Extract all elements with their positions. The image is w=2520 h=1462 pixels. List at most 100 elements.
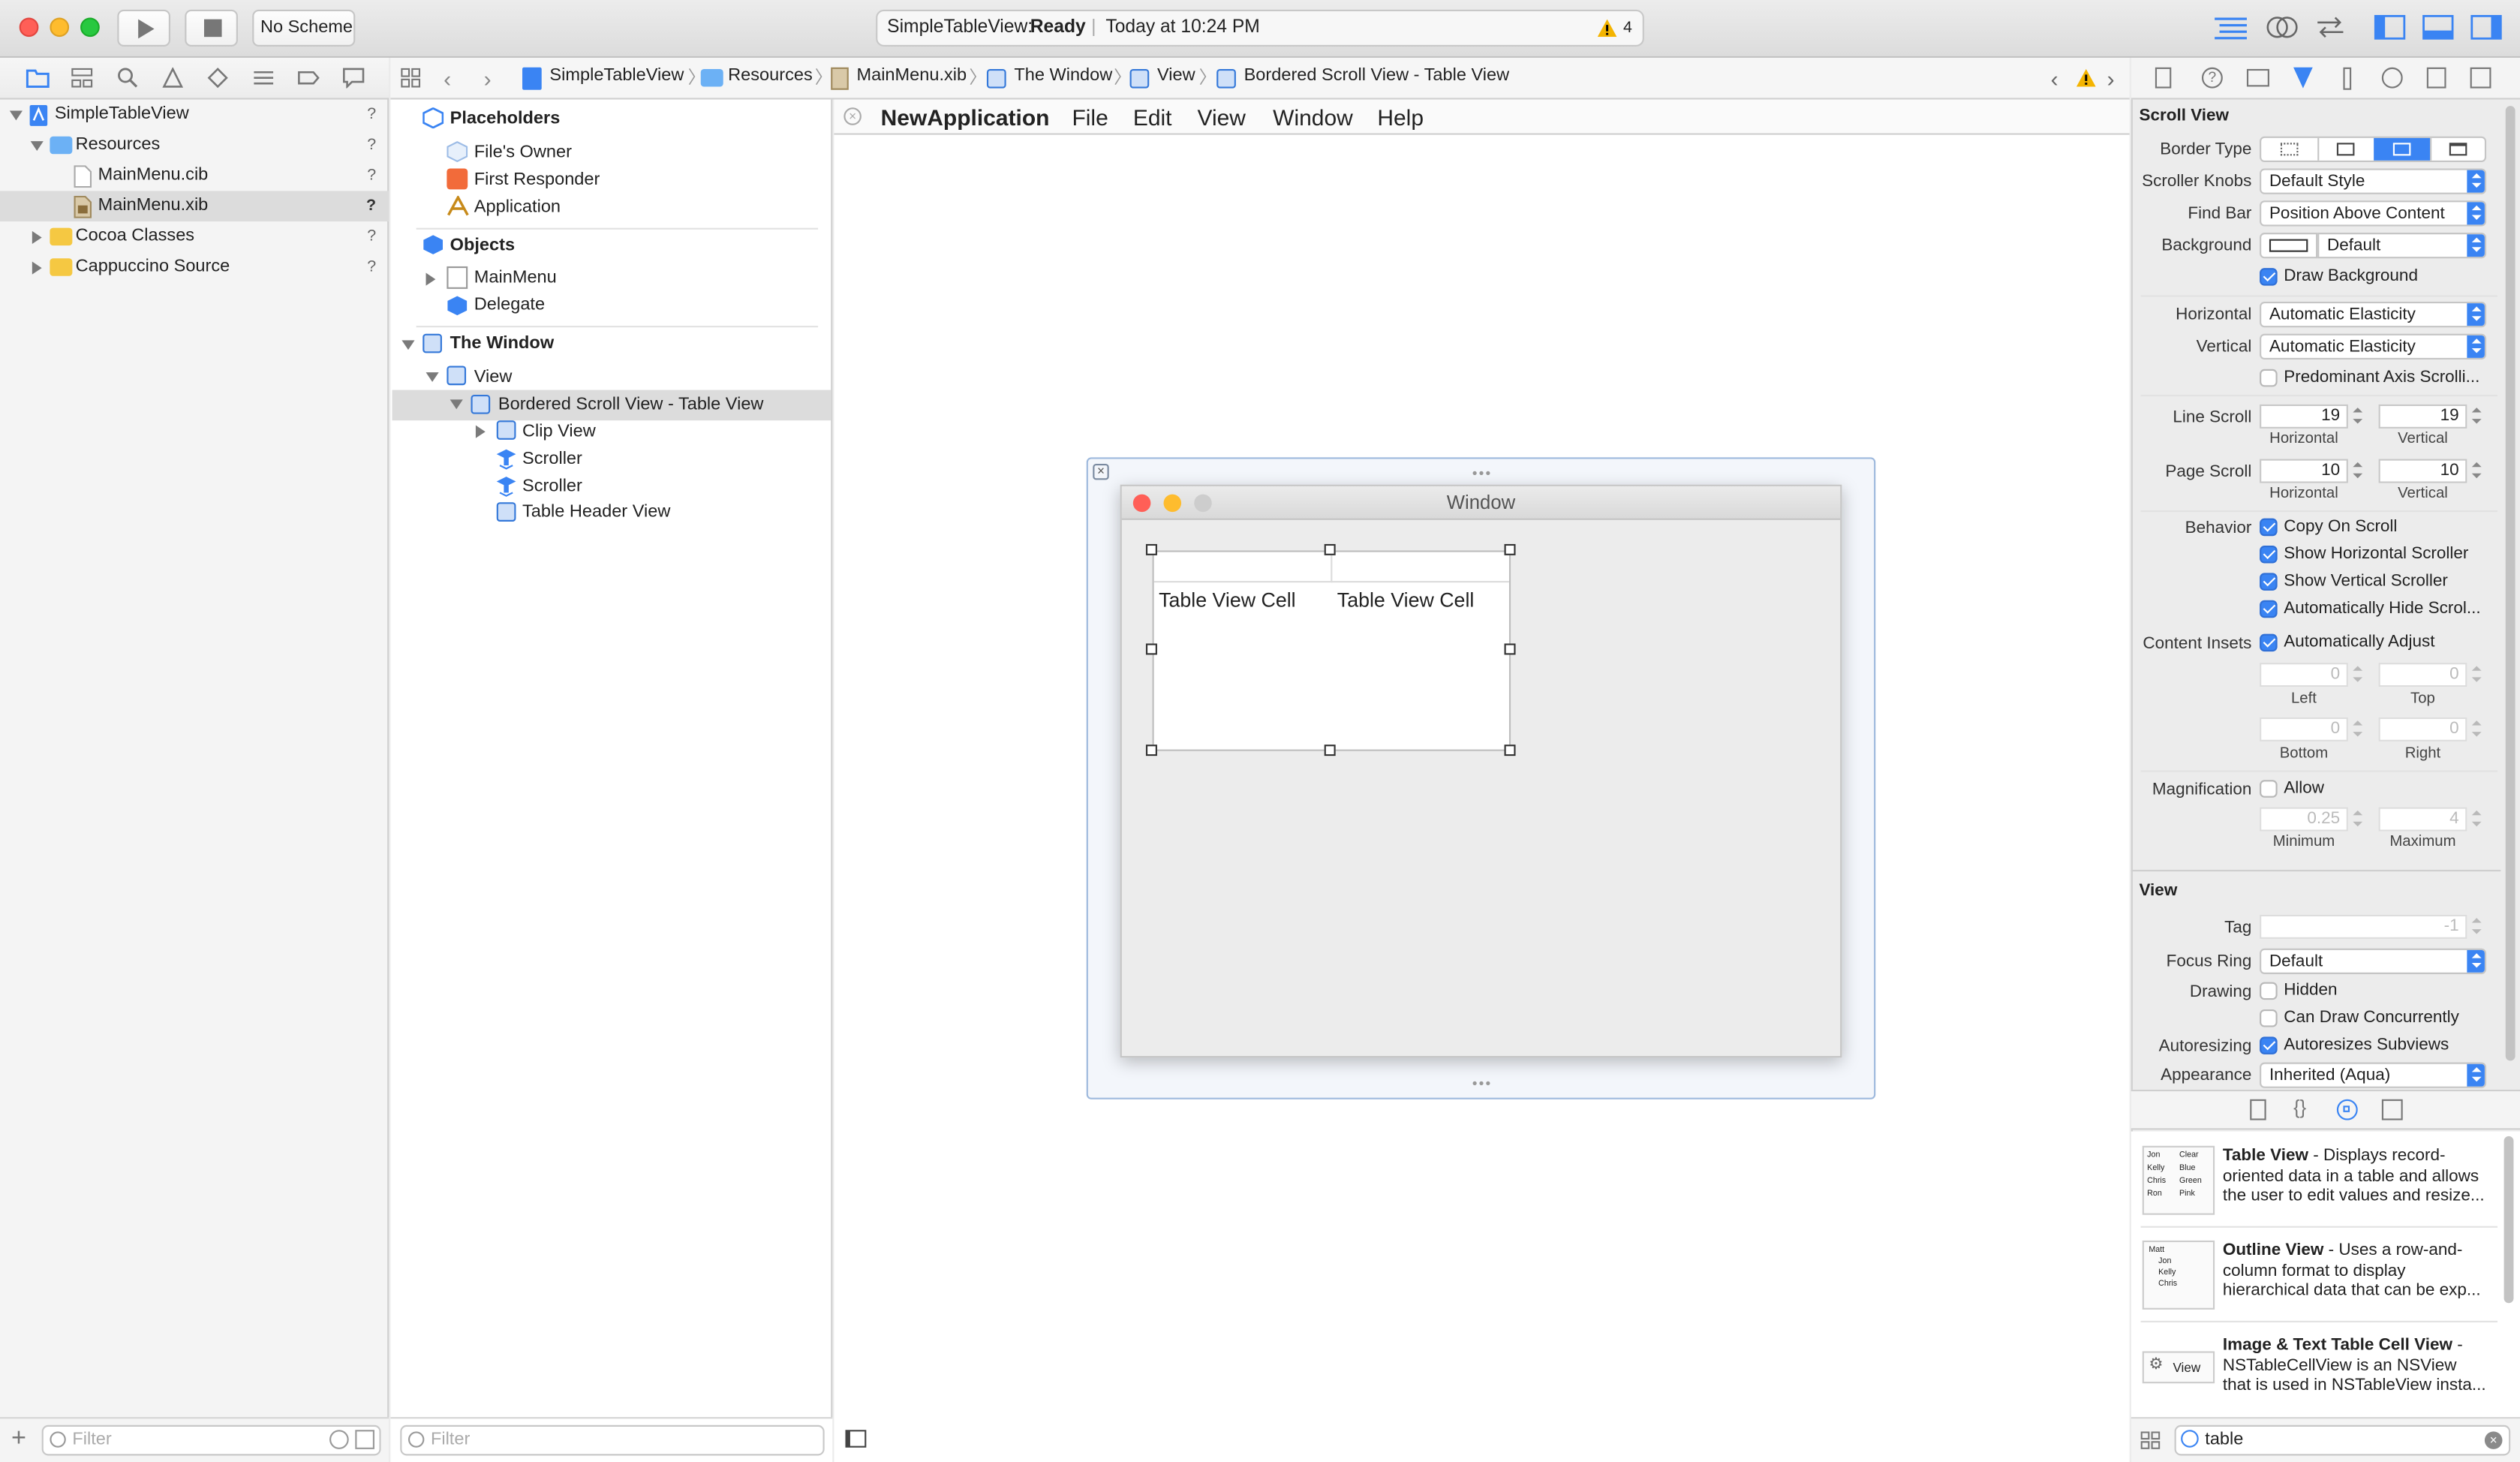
auto-hide-scrollers-checkbox[interactable] <box>2260 600 2278 618</box>
inset-top-field[interactable]: 0 <box>2378 663 2467 687</box>
resize-grip-bottom[interactable]: ••• <box>1472 1075 1493 1091</box>
clear-search-icon[interactable]: × <box>2484 1431 2503 1449</box>
outline-item-the-window[interactable]: The Window <box>450 329 555 359</box>
bindings-inspector-icon[interactable] <box>2426 67 2446 89</box>
disclosure-closed-icon[interactable] <box>426 272 436 286</box>
close-scene-icon[interactable]: × <box>1093 463 1109 480</box>
scroller-knobs-popup[interactable]: Default Style <box>2260 168 2487 194</box>
allow-magnification-checkbox[interactable] <box>2260 780 2278 798</box>
nav-item-cocoa-classes[interactable]: Cocoa Classes ? <box>0 221 389 252</box>
toggle-debug-area-icon[interactable] <box>2422 14 2454 40</box>
folder-tab-icon[interactable] <box>26 68 50 89</box>
version-editor-icon[interactable] <box>2314 14 2347 40</box>
zoom-window-button[interactable] <box>80 17 100 38</box>
resize-grip-top[interactable]: ••• <box>1472 465 1493 481</box>
resize-handle[interactable] <box>1504 643 1516 655</box>
horizontal-elasticity-popup[interactable]: Automatic Elasticity <box>2260 302 2487 328</box>
library-scrollbar[interactable] <box>2503 1136 2514 1304</box>
back-icon[interactable]: ‹ <box>444 66 451 92</box>
line-scroll-horizontal-field[interactable]: 19 <box>2260 404 2348 429</box>
resize-handle[interactable] <box>1324 543 1336 555</box>
scheme-selector[interactable]: No Scheme <box>252 9 356 47</box>
minimize-window-button[interactable] <box>50 17 70 38</box>
outline-item-mainmenu[interactable]: MainMenu <box>474 263 557 294</box>
line-scroll-vertical-field[interactable]: 19 <box>2378 404 2467 429</box>
disclosure-open-icon[interactable] <box>9 110 23 121</box>
resize-handle[interactable] <box>1145 643 1157 655</box>
menu-window[interactable]: Window <box>1273 103 1353 131</box>
close-menu-icon[interactable]: × <box>844 107 862 125</box>
show-horizontal-scroller-checkbox[interactable] <box>2260 546 2278 564</box>
max-magnification-field[interactable]: 4 <box>2378 807 2467 832</box>
menu-app-name[interactable]: NewApplication <box>881 103 1050 131</box>
draw-background-checkbox[interactable] <box>2260 268 2278 286</box>
close-window-button[interactable] <box>19 17 39 38</box>
table-view-cell[interactable]: Table View Cell <box>1337 589 1475 612</box>
nav-item-mainmenu-cib[interactable]: MainMenu.cib ? <box>0 161 389 191</box>
size-inspector-icon[interactable] <box>2343 67 2352 90</box>
previous-issue-icon[interactable]: ‹ <box>2051 66 2058 92</box>
inset-left-field[interactable]: 0 <box>2260 663 2348 687</box>
resize-handle[interactable] <box>1504 543 1516 555</box>
stepper-icon[interactable] <box>2471 459 2483 483</box>
stepper-icon[interactable] <box>2353 663 2364 687</box>
file-template-icon[interactable] <box>2250 1099 2266 1121</box>
disclosure-open-icon[interactable] <box>30 141 44 152</box>
toggle-navigator-icon[interactable] <box>2374 14 2406 40</box>
navigator-filter-field[interactable]: Filter <box>41 1424 381 1456</box>
background-color-well[interactable] <box>2260 233 2318 259</box>
recent-clock-icon[interactable] <box>329 1430 349 1449</box>
attributes-inspector-icon[interactable] <box>2292 66 2314 90</box>
connections-inspector-icon[interactable] <box>2381 67 2403 89</box>
outline-item-clip-view[interactable]: Clip View <box>522 417 596 448</box>
menu-edit[interactable]: Edit <box>1133 103 1172 131</box>
min-magnification-field[interactable]: 0.25 <box>2260 807 2348 832</box>
file-inspector-icon[interactable] <box>2155 67 2172 89</box>
disclosure-open-icon[interactable] <box>401 340 415 350</box>
table-view-cell[interactable]: Table View Cell <box>1159 589 1296 612</box>
disclosure-closed-icon[interactable] <box>475 425 486 438</box>
run-button[interactable] <box>117 9 171 47</box>
table-view[interactable]: Table View Cell Table View Cell <box>1152 550 1511 751</box>
stepper-icon[interactable] <box>2353 459 2364 483</box>
menu-file[interactable]: File <box>1072 103 1108 131</box>
quick-help-icon[interactable]: ? <box>2201 67 2223 89</box>
can-draw-concurrently-checkbox[interactable] <box>2260 1009 2278 1027</box>
assistant-editor-icon[interactable] <box>2266 14 2299 40</box>
stepper-icon[interactable] <box>2353 717 2364 742</box>
inspector-scrollbar[interactable] <box>2505 106 2515 1061</box>
copy-on-scroll-checkbox[interactable] <box>2260 518 2278 537</box>
resize-handle[interactable] <box>1145 745 1157 757</box>
outline-item-delegate[interactable]: Delegate <box>474 290 545 321</box>
autoresizes-subviews-checkbox[interactable] <box>2260 1036 2278 1054</box>
toggle-outline-icon[interactable] <box>845 1430 867 1448</box>
breadcrumb-item[interactable]: The Window <box>1014 66 1112 86</box>
inset-bottom-field[interactable]: 0 <box>2260 717 2348 742</box>
warning-icon[interactable] <box>1597 19 1617 38</box>
media-library-icon[interactable] <box>2381 1099 2403 1121</box>
menu-help[interactable]: Help <box>1377 103 1424 131</box>
stepper-icon[interactable] <box>2471 915 2483 939</box>
auto-adjust-insets-checkbox[interactable] <box>2260 633 2278 652</box>
symbol-tab-icon[interactable] <box>71 68 93 89</box>
warning-icon[interactable] <box>2076 68 2096 87</box>
hidden-checkbox[interactable] <box>2260 982 2278 1000</box>
stepper-icon[interactable] <box>2471 808 2483 832</box>
outline-item-application[interactable]: Application <box>474 193 561 224</box>
object-library-icon[interactable] <box>2336 1099 2358 1121</box>
appearance-popup[interactable]: Inherited (Aqua) <box>2260 1062 2487 1088</box>
code-snippet-icon[interactable]: {} <box>2293 1096 2306 1118</box>
add-icon[interactable]: + <box>11 1426 26 1451</box>
background-color-popup[interactable]: Default <box>2317 233 2487 259</box>
nav-item-cappuccino-source[interactable]: Cappuccino Source ? <box>0 252 389 283</box>
app-window[interactable]: Window Table View Cell Table View Cell <box>1120 484 1842 1058</box>
next-issue-icon[interactable]: › <box>2107 66 2115 92</box>
disclosure-closed-icon[interactable] <box>32 261 42 275</box>
stepper-icon[interactable] <box>2353 405 2364 429</box>
scm-filter-icon[interactable] <box>355 1430 374 1449</box>
resize-handle[interactable] <box>1504 745 1516 757</box>
disclosure-open-icon[interactable] <box>426 372 439 382</box>
show-vertical-scroller-checkbox[interactable] <box>2260 573 2278 591</box>
tag-field[interactable]: -1 <box>2260 914 2467 939</box>
predominant-axis-checkbox[interactable] <box>2260 369 2278 387</box>
